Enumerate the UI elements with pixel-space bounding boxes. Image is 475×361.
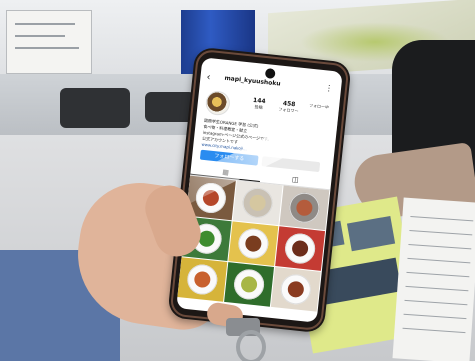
notice-board (6, 10, 92, 74)
post-thumbnail[interactable] (275, 226, 326, 271)
post-thumbnail[interactable] (232, 180, 283, 226)
phone-display: ‹ mapi_kyuushoku ⋮ 144 投稿 458 フォロワー フォロー… (176, 57, 343, 323)
chair (60, 88, 130, 128)
post-thumbnail[interactable] (177, 257, 228, 302)
printed-sheet (392, 197, 475, 361)
more-options-icon[interactable]: ⋮ (325, 83, 334, 93)
smartphone: ‹ mapi_kyuushoku ⋮ 144 投稿 458 フォロワー フォロー… (167, 46, 352, 334)
post-thumbnail[interactable] (228, 221, 279, 266)
stat-posts[interactable]: 144 投稿 (243, 96, 274, 112)
post-thumbnail[interactable] (270, 267, 321, 312)
post-thumbnail[interactable] (224, 262, 275, 307)
lanyard-ring (236, 330, 266, 361)
avatar[interactable] (204, 89, 232, 117)
back-arrow-icon[interactable]: ‹ (206, 72, 215, 85)
photo-scene: ‹ mapi_kyuushoku ⋮ 144 投稿 458 フォロワー フォロー… (0, 0, 475, 361)
post-thumbnail[interactable] (279, 185, 330, 231)
stat-followers[interactable]: 458 フォロワー (273, 99, 304, 115)
